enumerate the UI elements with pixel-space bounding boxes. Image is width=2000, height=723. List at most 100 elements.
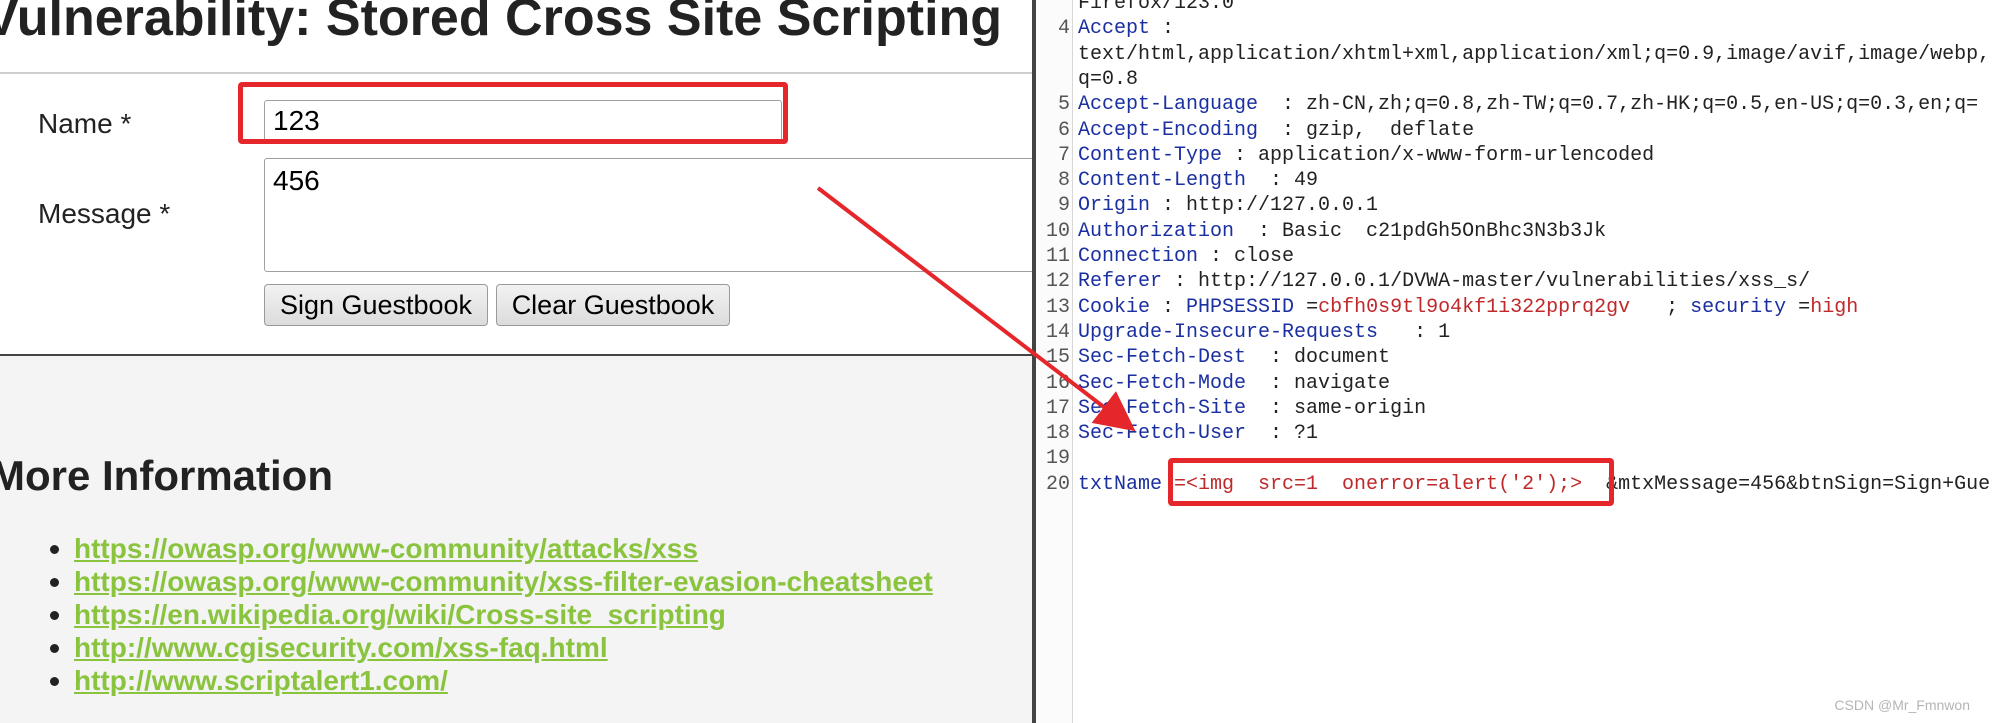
- dvwa-page: Vulnerability: Stored Cross Site Scripti…: [0, 0, 1032, 723]
- sign-guestbook-button[interactable]: Sign Guestbook: [264, 284, 488, 326]
- cookie-name: security: [1690, 295, 1787, 319]
- request-line: text/html,application/xhtml+xml,applicat…: [1036, 42, 2000, 67]
- header-value: close: [1234, 245, 1295, 268]
- line-number: 5: [1057, 93, 1070, 117]
- title-band: Vulnerability: Stored Cross Site Scripti…: [0, 0, 1032, 74]
- header-separator: :: [1150, 194, 1187, 218]
- line-content: Sec-Fetch-Dest : document: [1078, 345, 1390, 370]
- cookie-value: cbfh0s9tl9o4kf1i322pprq2gv: [1318, 295, 1631, 319]
- header-value: same-origin: [1294, 396, 1427, 420]
- header-name: txtName: [1078, 472, 1163, 496]
- line-number: 8: [1057, 169, 1070, 193]
- line-content: Accept-Language : zh-CN,zh;q=0.8,zh-TW;q…: [1078, 92, 1978, 117]
- request-line: 8 Content-Length : 49: [1036, 168, 2000, 193]
- more-info-link[interactable]: https://owasp.org/www-community/attacks/…: [74, 533, 698, 564]
- cookie-name: PHPSESSID: [1186, 295, 1295, 319]
- list-item: https://owasp.org/www-community/attacks/…: [44, 532, 933, 565]
- line-number: 11: [1045, 245, 1070, 268]
- header-value: q=0.8: [1078, 67, 1139, 91]
- line-number: 18: [1045, 422, 1070, 446]
- line-number: 15: [1045, 346, 1070, 370]
- more-info-link[interactable]: http://www.scriptalert1.com/: [74, 665, 448, 696]
- header-name: Accept: [1078, 17, 1151, 41]
- header-name: Cookie: [1078, 295, 1151, 319]
- cookie-equals: =: [1294, 295, 1319, 319]
- request-line: 10 Authorization : Basic c21pdGh5OnBhc3N3…: [1036, 219, 2000, 244]
- body-rest: &mtxMessage=456&btnSign=Sign+Gue: [1582, 472, 1991, 496]
- clear-guestbook-button[interactable]: Clear Guestbook: [496, 284, 730, 326]
- header-value: http://127.0.0.1/DVWA-master/vulnerabili…: [1198, 270, 1811, 294]
- line-content: Firefox/123.0: [1078, 0, 1234, 16]
- line-number: 16: [1045, 371, 1070, 395]
- more-info-link[interactable]: http://www.cgisecurity.com/xss-faq.html: [74, 632, 608, 663]
- line-content: Connection : close: [1078, 244, 1294, 269]
- request-line: 9 Origin : http://127.0.0.1: [1036, 193, 2000, 218]
- line-content: Content-Type : application/x-www-form-ur…: [1078, 143, 1654, 168]
- more-information-heading: More Information: [0, 452, 333, 499]
- more-information-links: https://owasp.org/www-community/attacks/…: [44, 532, 933, 697]
- line-number: 20: [1045, 472, 1070, 496]
- header-name: Authorization: [1078, 219, 1235, 243]
- header-separator: :: [1234, 219, 1283, 243]
- cookie-equals: =: [1786, 295, 1811, 319]
- guestbook-form: Name * Message * 456 Sign Guestbook Clea…: [0, 74, 1032, 356]
- header-name: Content-Length: [1078, 169, 1247, 193]
- line-content: Cookie : PHPSESSID =cbfh0s9tl9o4kf1i322p…: [1078, 295, 1858, 320]
- name-label: Name *: [38, 108, 132, 139]
- header-separator: :: [1258, 93, 1307, 117]
- body-equals: =: [1162, 472, 1187, 496]
- header-name: Accept-Encoding: [1078, 118, 1259, 142]
- header-name: Sec-Fetch-Site: [1078, 396, 1247, 420]
- header-name: Sec-Fetch-User: [1078, 422, 1247, 446]
- cookie-value: high: [1810, 295, 1859, 319]
- line-content: Accept :: [1078, 16, 1174, 41]
- line-content: Content-Length : 49: [1078, 168, 1318, 193]
- header-separator: :: [1246, 346, 1295, 370]
- more-info-link[interactable]: https://owasp.org/www-community/xss-filt…: [74, 566, 933, 597]
- header-value: navigate: [1294, 371, 1391, 395]
- header-separator: :: [1150, 17, 1175, 41]
- xss-payload: <img src=1 onerror=alert('2');>: [1186, 472, 1583, 496]
- header-value: gzip, deflate: [1306, 118, 1475, 142]
- header-separator: :: [1246, 169, 1295, 193]
- name-input[interactable]: [264, 100, 782, 142]
- line-number: 13: [1045, 295, 1070, 319]
- header-value: http://127.0.0.1: [1186, 194, 1379, 218]
- header-separator: :: [1222, 143, 1259, 167]
- more-info-link[interactable]: https://en.wikipedia.org/wiki/Cross-site…: [74, 599, 726, 630]
- line-content: txtName =<img src=1 onerror=alert('2');>…: [1078, 472, 1990, 497]
- request-line: 13 Cookie : PHPSESSID =cbfh0s9tl9o4kf1i32…: [1036, 295, 2000, 320]
- request-line: 19: [1036, 446, 2000, 471]
- request-line: 14 Upgrade-Insecure-Requests : 1: [1036, 320, 2000, 345]
- line-content: Sec-Fetch-User : ?1: [1078, 421, 1318, 446]
- request-line: 4 Accept :: [1036, 16, 2000, 41]
- header-value: zh-CN,zh;q=0.8,zh-TW;q=0.7,zh-HK;q=0.5,e…: [1306, 93, 1979, 117]
- line-number: 4: [1057, 17, 1070, 41]
- request-line: 15 Sec-Fetch-Dest : document: [1036, 345, 2000, 370]
- line-number: 9: [1057, 194, 1070, 218]
- line-content: Referer : http://127.0.0.1/DVWA-master/v…: [1078, 269, 1810, 294]
- header-separator: :: [1378, 320, 1439, 344]
- header-separator: :: [1246, 396, 1295, 420]
- header-value: text/html,application/xhtml+xml,applicat…: [1078, 42, 1991, 66]
- http-request-pane: Firefox/123.0 4 Accept : text/html,applicat…: [1036, 0, 2000, 723]
- request-line: 6 Accept-Encoding : gzip, deflate: [1036, 118, 2000, 143]
- line-content: Sec-Fetch-Site : same-origin: [1078, 396, 1426, 421]
- line-number: 7: [1057, 143, 1070, 167]
- header-name: Sec-Fetch-Dest: [1078, 346, 1247, 370]
- request-line: q=0.8: [1036, 67, 2000, 92]
- cookie-separator: ;: [1630, 295, 1691, 319]
- request-line: 5 Accept-Language : zh-CN,zh;q=0.8,zh-TW;…: [1036, 92, 2000, 117]
- header-name: Accept-Language: [1078, 93, 1259, 117]
- request-line: Firefox/123.0: [1036, 0, 2000, 16]
- request-line: 7 Content-Type : application/x-www-form-u…: [1036, 143, 2000, 168]
- message-textarea[interactable]: 456: [264, 158, 1032, 272]
- header-separator: :: [1246, 422, 1295, 446]
- request-line: 11 Connection : close: [1036, 244, 2000, 269]
- watermark: CSDN @Mr_Fmnwon: [1834, 697, 1970, 713]
- header-name: Connection: [1078, 245, 1199, 268]
- line-content: Authorization : Basic c21pdGh5OnBhc3N3b3…: [1078, 219, 1606, 244]
- header-separator: :: [1258, 118, 1307, 142]
- header-separator: :: [1246, 371, 1295, 395]
- header-name: Referer: [1078, 270, 1163, 294]
